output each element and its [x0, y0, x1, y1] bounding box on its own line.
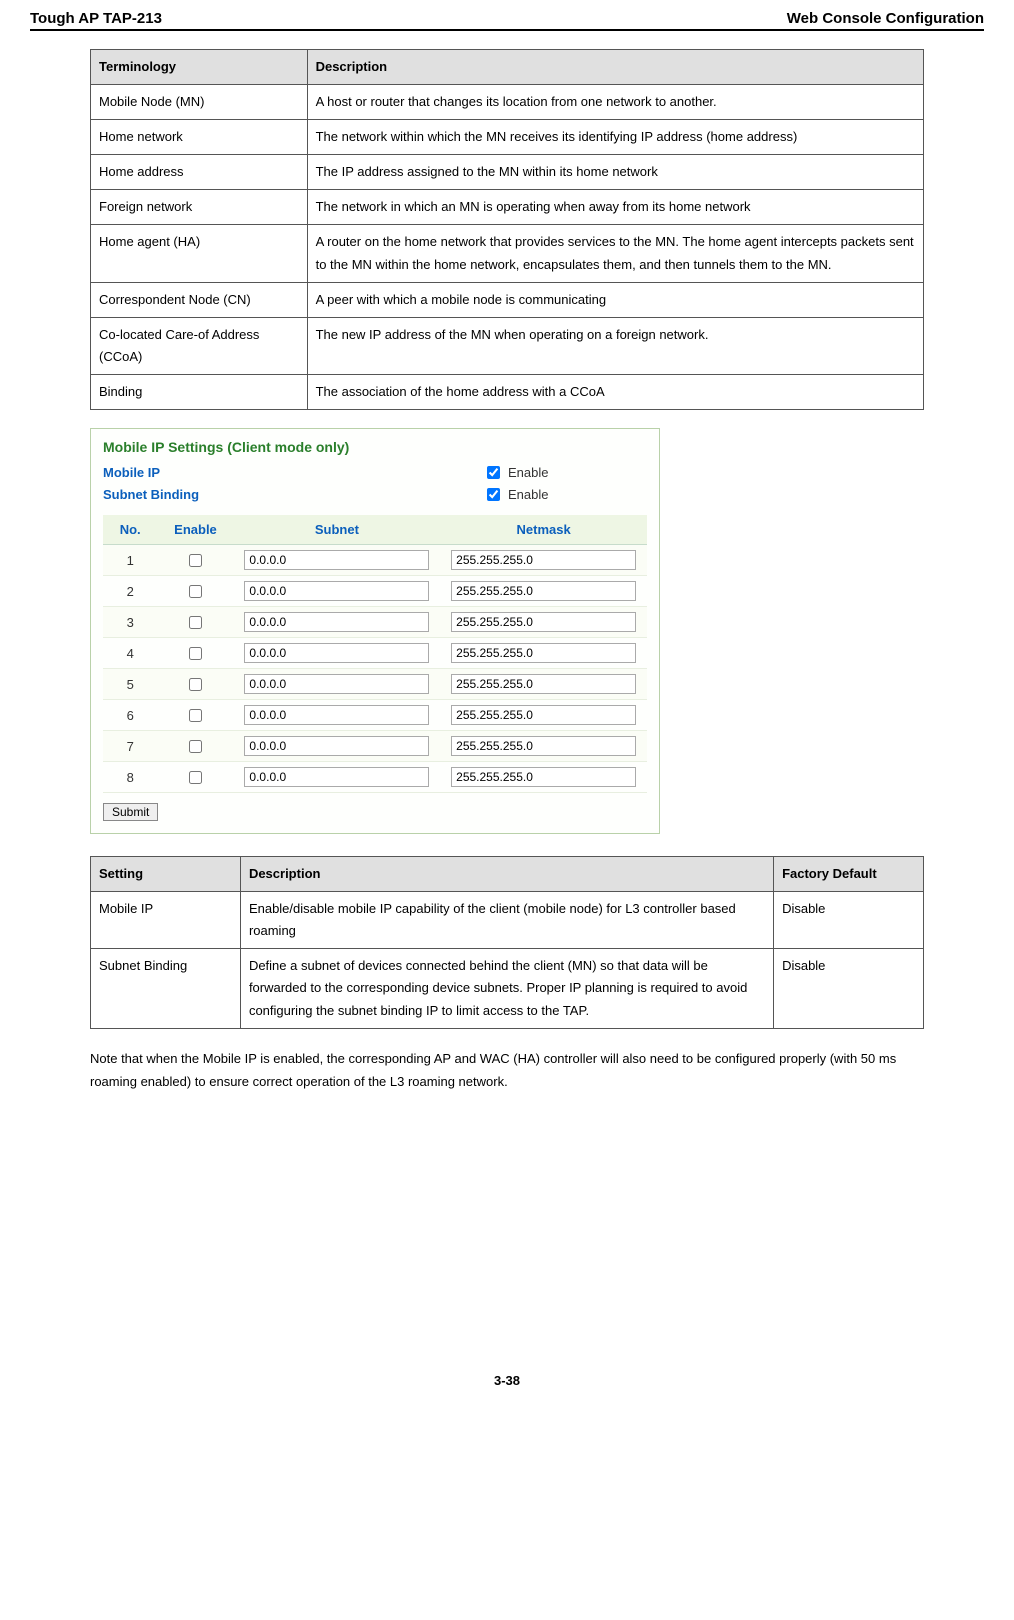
netmask-input[interactable]	[451, 674, 636, 694]
subnet-row: 2	[103, 576, 647, 607]
enable-text-2: Enable	[508, 487, 548, 502]
subnet-input[interactable]	[244, 643, 429, 663]
table-row: Home networkThe network within which the…	[91, 120, 924, 155]
subnet-row: 1	[103, 545, 647, 576]
enable-text-1: Enable	[508, 465, 548, 480]
subnet-input[interactable]	[244, 581, 429, 601]
subnet-header-cell: Enable	[157, 515, 233, 545]
subnet-input[interactable]	[244, 674, 429, 694]
terminology-table: TerminologyDescription Mobile Node (MN)A…	[90, 49, 924, 410]
page-header: Tough AP TAP-213 Web Console Configurati…	[30, 10, 984, 31]
table-row: Mobile Node (MN)A host or router that ch…	[91, 85, 924, 120]
netmask-input[interactable]	[451, 550, 636, 570]
subnet-enable-checkbox[interactable]	[189, 647, 202, 660]
subnet-header-cell: Netmask	[440, 515, 647, 545]
mobile-ip-settings-panel: Mobile IP Settings (Client mode only) Mo…	[90, 428, 660, 834]
subnet-input[interactable]	[244, 705, 429, 725]
subnet-row: 8	[103, 762, 647, 793]
subnet-enable-checkbox[interactable]	[189, 616, 202, 629]
netmask-input[interactable]	[451, 612, 636, 632]
table-row: Mobile IPEnable/disable mobile IP capabi…	[91, 892, 924, 949]
mobile-ip-checkbox[interactable]	[487, 466, 500, 479]
subnet-enable-checkbox[interactable]	[189, 771, 202, 784]
netmask-input[interactable]	[451, 736, 636, 756]
setting-header-cell: Description	[240, 857, 773, 892]
subnet-row: 7	[103, 731, 647, 762]
subnet-row: 5	[103, 669, 647, 700]
header-right: Web Console Configuration	[787, 10, 984, 27]
submit-button[interactable]: Submit	[103, 803, 158, 821]
subnet-row: 6	[103, 700, 647, 731]
table-row: Co-located Care-of Address (CCoA)The new…	[91, 317, 924, 374]
subnet-binding-checkbox[interactable]	[487, 488, 500, 501]
subnet-enable-checkbox[interactable]	[189, 709, 202, 722]
settings-table: SettingDescriptionFactory Default Mobile…	[90, 856, 924, 1029]
netmask-input[interactable]	[451, 643, 636, 663]
page-number: 3-38	[90, 1373, 924, 1388]
table-row: Foreign networkThe network in which an M…	[91, 190, 924, 225]
term-header-cell: Terminology	[91, 50, 308, 85]
subnet-enable-checkbox[interactable]	[189, 585, 202, 598]
panel-title: Mobile IP Settings (Client mode only)	[103, 439, 647, 455]
setting-header-cell: Factory Default	[774, 857, 924, 892]
term-header-cell: Description	[307, 50, 923, 85]
subnet-enable-checkbox[interactable]	[189, 554, 202, 567]
table-row: Subnet BindingDefine a subnet of devices…	[91, 949, 924, 1028]
subnet-input[interactable]	[244, 736, 429, 756]
header-left: Tough AP TAP-213	[30, 10, 162, 27]
table-row: BindingThe association of the home addre…	[91, 374, 924, 409]
subnet-table: No.EnableSubnetNetmask 12345678	[103, 515, 647, 793]
subnet-header-cell: Subnet	[234, 515, 441, 545]
table-row: Home agent (HA)A router on the home netw…	[91, 225, 924, 282]
netmask-input[interactable]	[451, 767, 636, 787]
table-row: Correspondent Node (CN)A peer with which…	[91, 282, 924, 317]
subnet-input[interactable]	[244, 767, 429, 787]
subnet-input[interactable]	[244, 550, 429, 570]
subnet-enable-checkbox[interactable]	[189, 740, 202, 753]
setting-header-cell: Setting	[91, 857, 241, 892]
note-text: Note that when the Mobile IP is enabled,…	[90, 1047, 924, 1094]
netmask-input[interactable]	[451, 705, 636, 725]
subnet-binding-label: Subnet Binding	[103, 487, 483, 502]
subnet-row: 3	[103, 607, 647, 638]
subnet-header-cell: No.	[103, 515, 157, 545]
subnet-row: 4	[103, 638, 647, 669]
subnet-input[interactable]	[244, 612, 429, 632]
netmask-input[interactable]	[451, 581, 636, 601]
mobile-ip-label: Mobile IP	[103, 465, 483, 480]
table-row: Home addressThe IP address assigned to t…	[91, 155, 924, 190]
subnet-enable-checkbox[interactable]	[189, 678, 202, 691]
